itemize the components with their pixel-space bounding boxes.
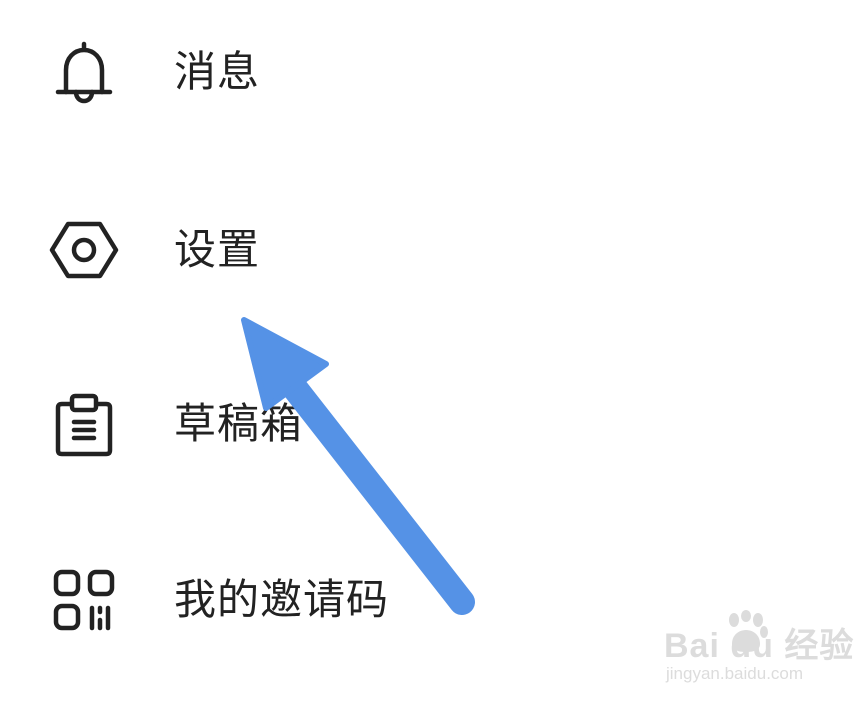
menu-item-label: 设置 <box>174 225 261 274</box>
bell-icon <box>48 36 120 108</box>
menu-item-settings[interactable]: 设置 <box>0 190 868 310</box>
menu-item-invite-code[interactable]: 我的邀请码 <box>0 540 868 660</box>
menu-item-label: 我的邀请码 <box>174 575 390 624</box>
qr-code-icon <box>48 564 120 636</box>
watermark-url: jingyan.baidu.com <box>666 664 804 683</box>
menu-item-label: 草稿箱 <box>174 399 304 448</box>
menu-item-drafts[interactable]: 草稿箱 <box>0 364 868 484</box>
menu-item-messages[interactable]: 消息 <box>0 12 868 132</box>
clipboard-icon <box>48 388 120 460</box>
hexagon-settings-icon <box>48 214 120 286</box>
menu-item-label: 消息 <box>174 47 261 96</box>
